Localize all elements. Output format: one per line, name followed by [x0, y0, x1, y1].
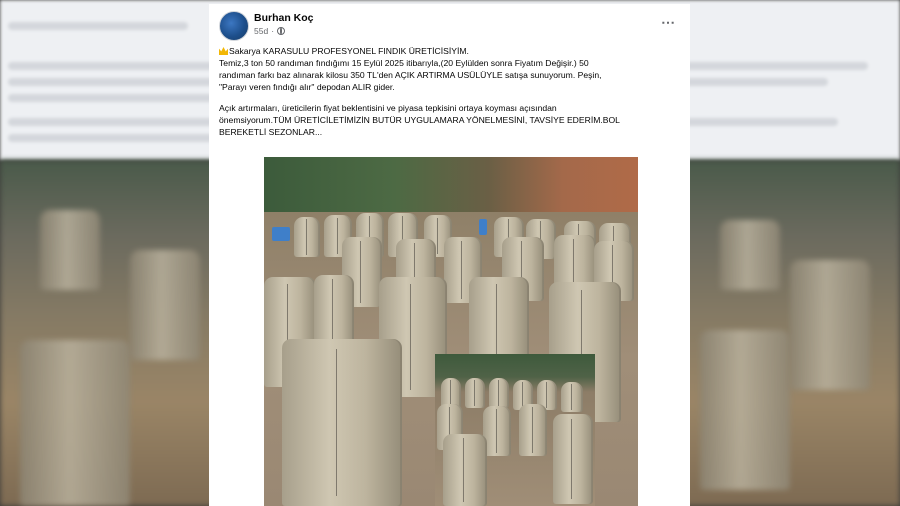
post-paragraph-1: Sakarya KARASULU PROFESYONEL FINDIK ÜRET… [219, 45, 681, 93]
post-text-line: BEREKETLİ SEZONLAR... [219, 127, 323, 137]
post-text: Sakarya KARASULU PROFESYONEL FINDIK ÜRET… [219, 45, 681, 147]
post-text-line: "Parayı veren fındığı alır" depodan ALIR… [219, 82, 395, 92]
post-time[interactable]: 55d [254, 26, 268, 36]
post-text-line: önemsiyorum.TÜM ÜRETİCİLETİMİZİN BUTÜR U… [219, 115, 620, 125]
post-text-line: randıman farkı baz alınarak kilosu 350 T… [219, 70, 602, 80]
inset-photo [435, 354, 595, 506]
post-meta: 55d · [254, 26, 286, 36]
globe-icon [277, 27, 286, 35]
post-paragraph-2: Açık artırmaları, üreticilerin fiyat bek… [219, 102, 681, 138]
post-text-line: Açık artırmaları, üreticilerin fiyat bek… [219, 103, 557, 113]
more-options-icon[interactable]: ⋯ [661, 14, 676, 31]
post-photo-hazelnut-sacks[interactable] [264, 157, 638, 506]
crown-emoji-icon [219, 47, 228, 55]
post-text-line: Temiz,3 ton 50 randıman fındığımı 15 Eyl… [219, 58, 589, 68]
avatar-icon[interactable] [219, 11, 249, 41]
facebook-post-card: Burhan Koç 55d · ⋯ Sakarya KARASULU PROF… [209, 4, 690, 506]
author-name[interactable]: Burhan Koç [254, 12, 314, 24]
post-text-line: Sakarya KARASULU PROFESYONEL FINDIK ÜRET… [229, 46, 469, 56]
post-header: Burhan Koç 55d · ⋯ [209, 4, 690, 44]
